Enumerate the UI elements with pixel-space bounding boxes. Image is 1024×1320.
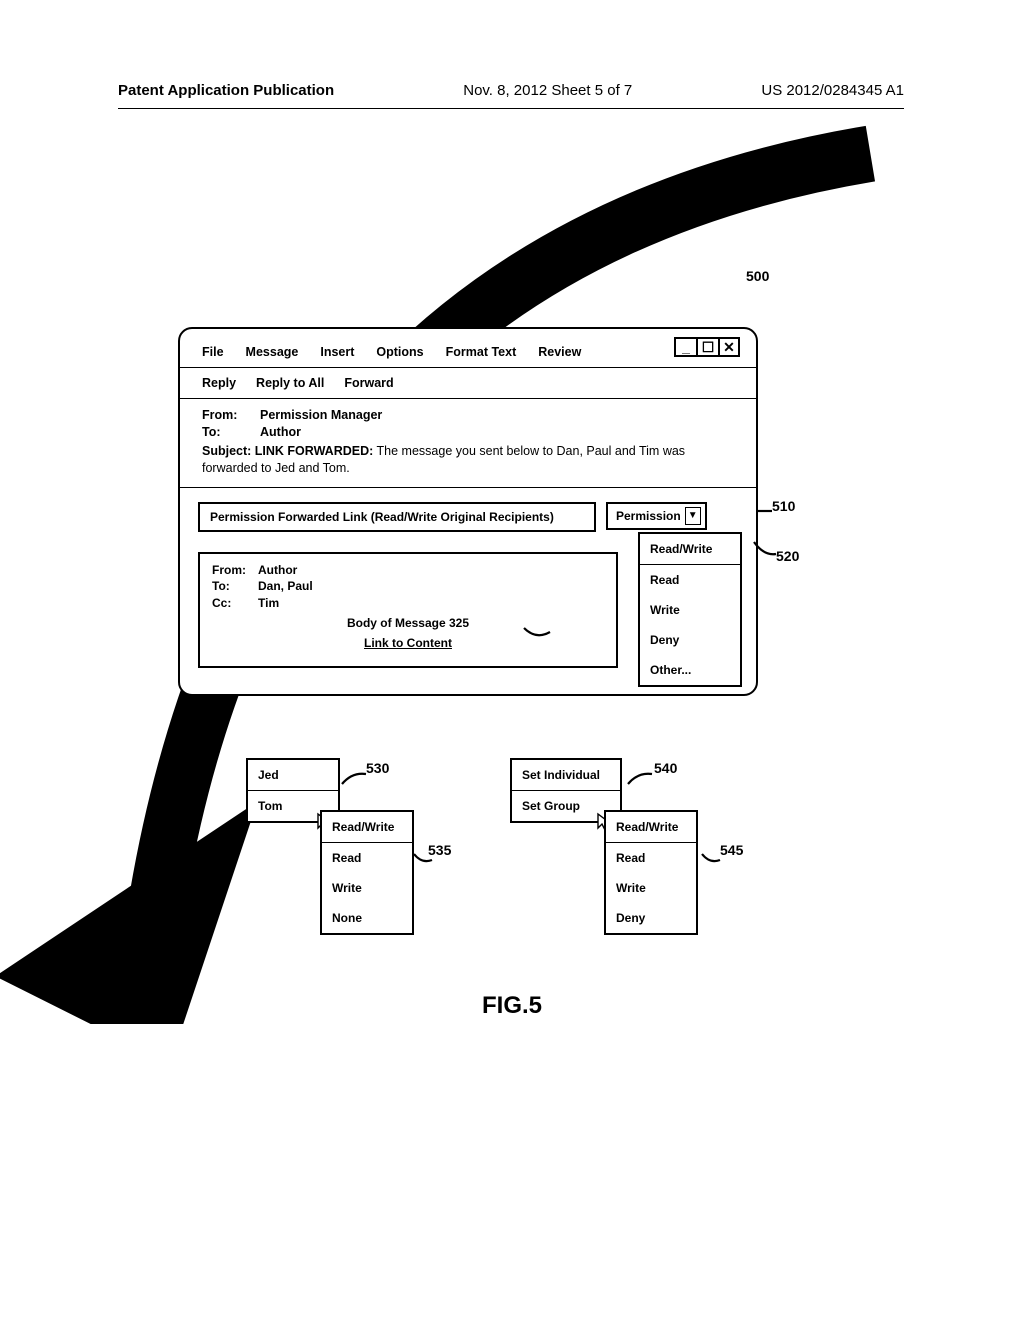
ref-520: 520 [776,548,799,564]
ctx-jed[interactable]: Jed [248,760,338,791]
chevron-down-icon: ▼ [685,507,701,525]
ref-540: 540 [654,760,677,776]
subject-label: Subject: LINK FORWARDED: [202,444,373,458]
window-controls: _ ☐ ✕ [674,337,740,357]
emb-cc-value: Tim [258,596,279,610]
permission-option-read[interactable]: Read [640,565,740,595]
message-header: From:Permission Manager To:Author Subjec… [180,399,756,488]
ctx545-rw[interactable]: Read/Write [606,812,696,843]
permission-option-write[interactable]: Write [640,595,740,625]
from-label: From: [202,407,260,424]
publication-label: Patent Application Publication [118,82,334,99]
ctx545-read[interactable]: Read [606,843,696,873]
ctx535-none[interactable]: None [322,903,412,933]
emb-to-value: Dan, Paul [258,579,313,593]
leader-520 [752,540,778,560]
ctx535-read[interactable]: Read [322,843,412,873]
figure-label: FIG.5 [0,992,1024,1020]
ctx545-write[interactable]: Write [606,873,696,903]
email-window: File Message Insert Options Format Text … [178,327,758,696]
permission-option-readwrite[interactable]: Read/Write [640,534,740,565]
forward-button[interactable]: Forward [344,376,393,390]
menu-format-text[interactable]: Format Text [446,345,517,359]
ctx-set-individual[interactable]: Set Individual [512,760,620,791]
group-permission-submenu: Read/Write Read Write Deny [604,810,698,935]
leader-540 [626,770,654,788]
toolbar: Reply Reply to All Forward [180,368,756,399]
embedded-message: From:Author To:Dan, Paul Cc:Tim Body of … [198,552,618,668]
page-header: Patent Application Publication Nov. 8, 2… [118,82,904,99]
permission-option-deny[interactable]: Deny [640,625,740,655]
leader-535 [412,850,434,866]
menu-message[interactable]: Message [246,345,299,359]
leader-530 [340,770,368,788]
publication-number: US 2012/0284345 A1 [761,82,904,99]
reply-all-button[interactable]: Reply to All [256,376,324,390]
maximize-button[interactable]: ☐ [696,337,718,357]
close-button[interactable]: ✕ [718,337,740,357]
leader-510 [756,504,776,518]
emb-to-label: To: [212,578,258,595]
permission-dropdown-menu: Read/Write Read Write Deny Other... [638,532,742,687]
emb-from-value: Author [258,563,297,577]
ref-530: 530 [366,760,389,776]
emb-cc-label: Cc: [212,595,258,612]
ctx545-deny[interactable]: Deny [606,903,696,933]
permission-option-other[interactable]: Other... [640,655,740,685]
leader-545 [700,850,722,866]
permission-button-label: Permission [616,509,681,523]
from-value: Permission Manager [260,408,382,422]
menu-review[interactable]: Review [538,345,581,359]
message-body-area: Permission Forwarded Link (Read/Write Or… [180,488,756,678]
permission-dropdown-button[interactable]: Permission ▼ [606,502,707,530]
ctx535-rw[interactable]: Read/Write [322,812,412,843]
menu-insert[interactable]: Insert [320,345,354,359]
permission-title: Permission Forwarded Link (Read/Write Or… [198,502,596,532]
emb-from-label: From: [212,562,258,579]
ctx535-write[interactable]: Write [322,873,412,903]
page-date: Nov. 8, 2012 Sheet 5 of 7 [463,82,632,99]
to-label: To: [202,424,260,441]
ref-545: 545 [720,842,743,858]
menu-options[interactable]: Options [376,345,423,359]
to-value: Author [260,425,301,439]
reply-button[interactable]: Reply [202,376,236,390]
menu-file[interactable]: File [202,345,224,359]
header-rule [118,108,904,109]
ref-500: 500 [746,268,769,284]
recipient-permission-submenu: Read/Write Read Write None [320,810,414,935]
leader-310 [522,624,552,640]
menu-bar: File Message Insert Options Format Text … [180,339,756,368]
minimize-button[interactable]: _ [674,337,696,357]
